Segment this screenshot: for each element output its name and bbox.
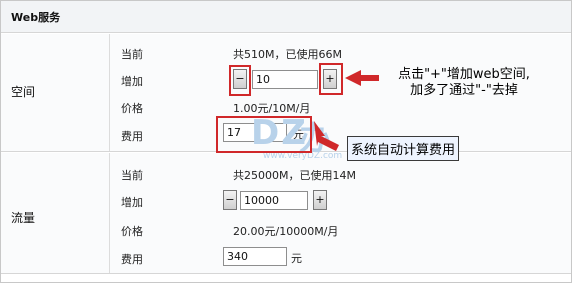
traffic-current-label: 当前 xyxy=(121,169,143,182)
traffic-plus-button[interactable]: + xyxy=(313,190,327,210)
space-cost-label: 费用 xyxy=(121,130,143,143)
traffic-price-value: 20.00元/10000M/月 xyxy=(233,225,339,238)
plus-note-line1: 点击"+"增加web空间, xyxy=(398,67,530,82)
column-divider xyxy=(109,153,110,273)
traffic-quantity-input[interactable]: 10000 xyxy=(240,191,308,210)
space-current-label: 当前 xyxy=(121,48,143,61)
traffic-cost-label: 费用 xyxy=(121,253,143,266)
traffic-price-label: 价格 xyxy=(121,225,143,238)
auto-calc-tooltip: 系统自动计算费用 xyxy=(347,136,460,161)
plus-note-line2: 加多了通过"-"去掉 xyxy=(410,83,518,98)
highlight-minus-box xyxy=(229,65,251,96)
highlight-cost-box xyxy=(216,116,312,153)
space-price-label: 价格 xyxy=(121,102,143,115)
space-quantity-input[interactable]: 10 xyxy=(252,70,318,89)
traffic-section: 流量 当前 共25000M，已使用14M 增加 − 10000 + 价格 20.… xyxy=(1,153,571,274)
traffic-minus-button[interactable]: − xyxy=(223,190,237,210)
column-divider xyxy=(109,34,110,151)
space-section-label: 空间 xyxy=(11,85,36,99)
traffic-add-label: 增加 xyxy=(121,196,143,209)
panel-header: Web服务 xyxy=(1,1,571,33)
panel-title: Web服务 xyxy=(11,11,61,24)
space-current-value: 共510M，已使用66M xyxy=(233,48,342,61)
traffic-cost-unit: 元 xyxy=(291,252,302,265)
space-add-label: 增加 xyxy=(121,75,143,88)
plus-annotation-note: 点击"+"增加web空间, 加多了通过"-"去掉 xyxy=(379,67,549,99)
traffic-section-label: 流量 xyxy=(11,211,36,225)
web-service-panel: Web服务 空间 当前 共510M，已使用66M 增加 − 10 + 价格 1.… xyxy=(0,0,572,283)
highlight-plus-box xyxy=(319,63,343,95)
traffic-current-value: 共25000M，已使用14M xyxy=(233,169,356,182)
traffic-cost-field: 340 xyxy=(223,247,287,266)
